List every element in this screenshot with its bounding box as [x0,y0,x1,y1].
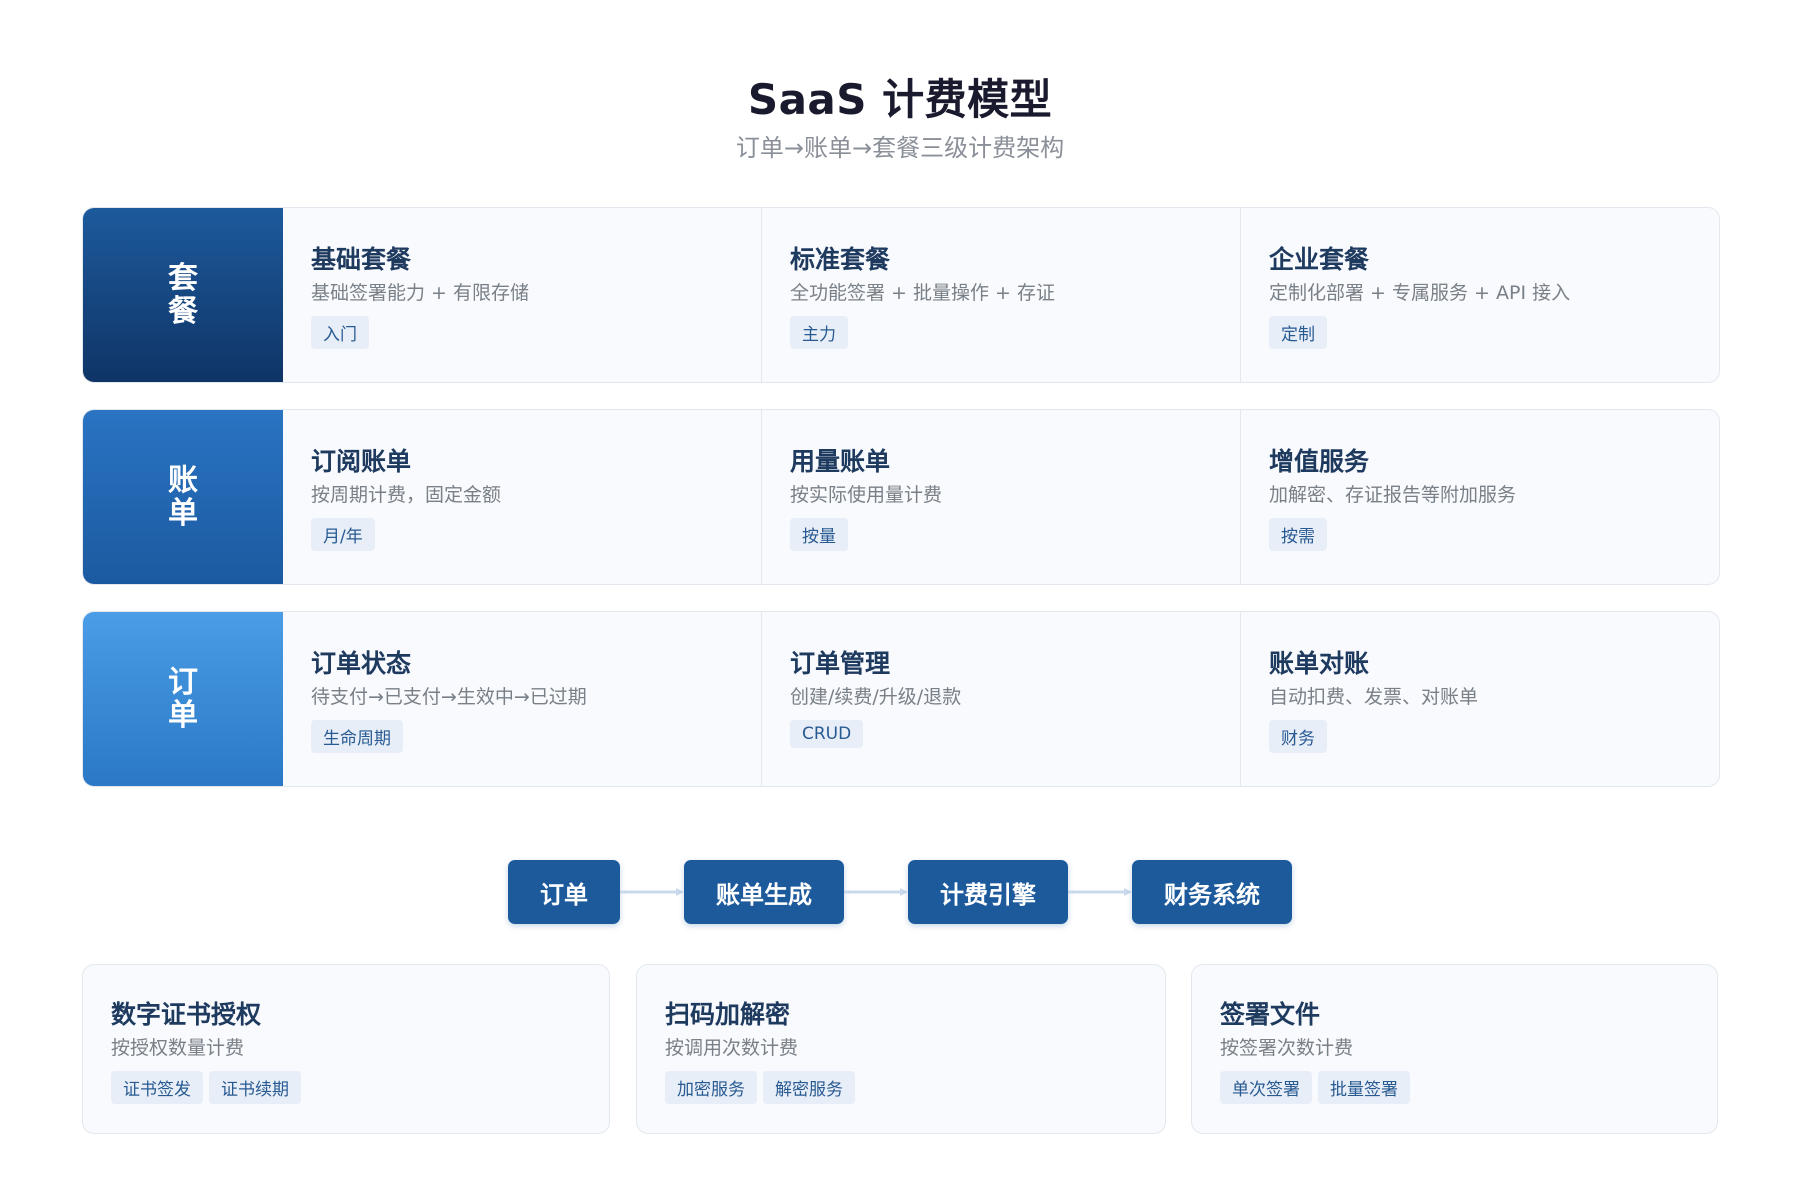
cell-description: 加解密、存证报告等附加服务 [1269,484,1517,506]
tier-label-bill: 账 单 [83,410,283,584]
tier-cell: 用量账单 按实际使用量计费 按量 [761,410,1240,584]
cell-title: 基础套餐 [311,245,412,274]
cell-description: 自动扣费、发票、对账单 [1269,686,1479,708]
cell-title: 订单状态 [311,649,412,678]
card-title: 扫码加解密 [665,1000,791,1029]
tier-cell: 企业套餐 定制化部署 + 专属服务 + API 接入 定制 [1240,208,1719,382]
tier-cell: 标准套餐 全功能签署 + 批量操作 + 存证 主力 [761,208,1240,382]
cell-tag: 按需 [1269,518,1327,551]
card-title: 签署文件 [1220,1000,1321,1029]
cell-description: 按实际使用量计费 [790,484,943,506]
cell-description: 定制化部署 + 专属服务 + API 接入 [1269,282,1571,304]
tier-label-char: 单 [168,698,198,733]
tier-cell: 订单状态 待支付→已支付→生效中→已过期 生命周期 [283,612,761,786]
card-tag: 证书续期 [209,1071,301,1104]
tier-cell: 增值服务 加解密、存证报告等附加服务 按需 [1240,410,1719,584]
tier-label-char: 套 [168,261,198,296]
service-card-encryption: 扫码加解密 按调用次数计费 加密服务 解密服务 [636,964,1166,1134]
cell-tag: 财务 [1269,720,1327,753]
card-tag: 解密服务 [763,1071,855,1104]
tier-cell: 账单对账 自动扣费、发票、对账单 财务 [1240,612,1719,786]
cell-title: 标准套餐 [790,245,891,274]
cell-title: 订阅账单 [311,447,412,476]
flow-node-bill-generation: 账单生成 [684,860,844,924]
card-description: 按授权数量计费 [111,1037,245,1059]
tier-cell: 订单管理 创建/续费/升级/退款 CRUD [761,612,1240,786]
card-description: 按签署次数计费 [1220,1037,1354,1059]
cell-tag: 主力 [790,316,848,349]
cell-tag: 定制 [1269,316,1327,349]
cell-description: 全功能签署 + 批量操作 + 存证 [790,282,1055,304]
tier-label-char: 账 [168,463,198,498]
cell-title: 订单管理 [790,649,891,678]
tier-row-package: 套 餐 基础套餐 基础签署能力 + 有限存储 入门 标准套餐 全功能签署 + 批… [82,207,1720,383]
cell-description: 按周期计费，固定金额 [311,484,502,506]
page-subtitle: 订单→账单→套餐三级计费架构 [735,134,1065,162]
tier-cell: 基础套餐 基础签署能力 + 有限存储 入门 [283,208,761,382]
flow-arrow-icon [620,888,684,896]
cell-tag: 入门 [311,316,369,349]
cell-description: 待支付→已支付→生效中→已过期 [311,686,587,708]
tier-row-bill: 账 单 订阅账单 按周期计费，固定金额 月/年 用量账单 按实际使用量计费 按量… [82,409,1720,585]
cell-title: 用量账单 [790,447,891,476]
card-description: 按调用次数计费 [665,1037,799,1059]
cell-description: 基础签署能力 + 有限存储 [311,282,529,304]
tier-label-char: 单 [168,496,198,531]
cell-tag: 按量 [790,518,848,551]
cell-description: 创建/续费/升级/退款 [790,686,962,708]
tier-label-char: 订 [168,665,198,700]
card-tag: 单次签署 [1220,1071,1312,1104]
service-card-signing: 签署文件 按签署次数计费 单次签署 批量签署 [1191,964,1718,1134]
cell-title: 增值服务 [1269,447,1370,476]
flow-node-order: 订单 [508,860,620,924]
cell-tag: 生命周期 [311,720,403,753]
cell-tag: CRUD [790,720,864,748]
card-tag: 批量签署 [1318,1071,1410,1104]
card-tag: 证书签发 [111,1071,203,1104]
tier-label-char: 餐 [168,294,198,329]
tier-cell: 订阅账单 按周期计费，固定金额 月/年 [283,410,761,584]
flow-arrow-icon [844,888,908,896]
flow-node-finance-system: 财务系统 [1132,860,1292,924]
tier-label-package: 套 餐 [83,208,283,382]
service-card-certificate: 数字证书授权 按授权数量计费 证书签发 证书续期 [82,964,610,1134]
cell-title: 企业套餐 [1269,245,1370,274]
tier-row-order: 订 单 订单状态 待支付→已支付→生效中→已过期 生命周期 订单管理 创建/续费… [82,611,1720,787]
card-tag: 加密服务 [665,1071,757,1104]
flow-node-billing-engine: 计费引擎 [908,860,1068,924]
flow-arrow-icon [1068,888,1132,896]
cell-title: 账单对账 [1269,649,1370,678]
page: SaaS 计费模型 订单→账单→套餐三级计费架构 套 餐 基础套餐 基础签署能力… [0,0,1800,1200]
page-title: SaaS 计费模型 [747,75,1053,124]
cell-tag: 月/年 [311,518,375,551]
tier-label-order: 订 单 [83,612,283,786]
card-title: 数字证书授权 [111,1000,262,1029]
